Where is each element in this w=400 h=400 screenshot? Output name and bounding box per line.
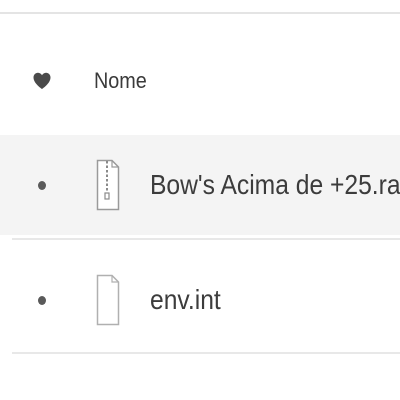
favorite-toggle[interactable] [0, 295, 84, 305]
favorite-column-header[interactable] [0, 71, 84, 91]
file-list: Nome Bow's Acima de +25.rar env.int [0, 0, 400, 400]
archive-zip-file-icon [96, 159, 120, 211]
heart-icon [33, 72, 51, 89]
row-divider [12, 238, 400, 240]
column-header-name[interactable]: Nome [94, 68, 147, 94]
file-name-link[interactable]: Bow's Acima de +25.rar [150, 169, 400, 201]
blank-file-icon [96, 274, 120, 326]
file-list-header: Nome [0, 50, 400, 112]
file-row[interactable]: env.int [0, 250, 400, 350]
bullet-dot-icon [38, 295, 46, 305]
top-divider [0, 12, 400, 14]
file-row[interactable]: Bow's Acima de +25.rar [0, 135, 400, 235]
bullet-dot-icon [38, 180, 46, 190]
row-divider [12, 352, 400, 354]
file-name-link[interactable]: env.int [150, 284, 221, 316]
favorite-toggle[interactable] [0, 180, 84, 190]
